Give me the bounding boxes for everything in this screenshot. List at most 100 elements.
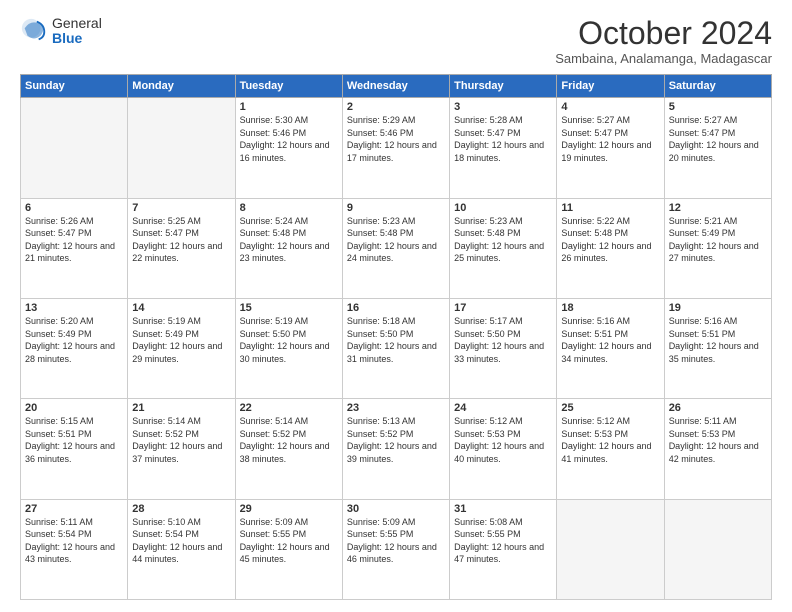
table-row: 31 Sunrise: 5:08 AMSunset: 5:55 PMDayligh…: [450, 499, 557, 599]
day-number: 22: [240, 402, 338, 414]
day-detail: Sunrise: 5:18 AMSunset: 5:50 PMDaylight:…: [347, 316, 437, 364]
day-number: 17: [454, 302, 552, 314]
day-detail: Sunrise: 5:15 AMSunset: 5:51 PMDaylight:…: [25, 416, 115, 464]
day-detail: Sunrise: 5:19 AMSunset: 5:50 PMDaylight:…: [240, 316, 330, 364]
table-row: 15 Sunrise: 5:19 AMSunset: 5:50 PMDayligh…: [235, 298, 342, 398]
table-row: 2Sunrise: 5:29 AMSunset: 5:46 PMDaylight…: [342, 98, 449, 198]
day-number: 12: [669, 202, 767, 214]
day-number: 27: [25, 503, 123, 515]
title-block: October 2024 Sambaina, Analamanga, Madag…: [555, 16, 772, 66]
col-saturday: Saturday: [664, 75, 771, 98]
logo-text: General Blue: [52, 16, 102, 47]
day-detail: Sunrise: 5:11 AMSunset: 5:54 PMDaylight:…: [25, 517, 115, 565]
day-detail: Sunrise: 5:27 AMSunset: 5:47 PMDaylight:…: [561, 115, 651, 163]
day-detail: Sunrise: 5:21 AMSunset: 5:49 PMDaylight:…: [669, 216, 759, 264]
table-row: 28 Sunrise: 5:10 AMSunset: 5:54 PMDayligh…: [128, 499, 235, 599]
table-row: 16 Sunrise: 5:18 AMSunset: 5:50 PMDayligh…: [342, 298, 449, 398]
day-number: 9: [347, 202, 445, 214]
table-row: 13 Sunrise: 5:20 AMSunset: 5:49 PMDayligh…: [21, 298, 128, 398]
day-detail: Sunrise: 5:10 AMSunset: 5:54 PMDaylight:…: [132, 517, 222, 565]
table-row: 25 Sunrise: 5:12 AMSunset: 5:53 PMDayligh…: [557, 399, 664, 499]
table-row: 18Sunrise: 5:16 AMSunset: 5:51 PMDayligh…: [557, 298, 664, 398]
day-number: 16: [347, 302, 445, 314]
calendar-week-row: 13 Sunrise: 5:20 AMSunset: 5:49 PMDayligh…: [21, 298, 772, 398]
day-number: 3: [454, 101, 552, 113]
day-detail: Sunrise: 5:29 AMSunset: 5:46 PMDaylight:…: [347, 115, 437, 163]
table-row: [664, 499, 771, 599]
table-row: [557, 499, 664, 599]
day-detail: Sunrise: 5:09 AMSunset: 5:55 PMDaylight:…: [347, 517, 437, 565]
table-row: 3 Sunrise: 5:28 AMSunset: 5:47 PMDaylight…: [450, 98, 557, 198]
day-number: 18: [561, 302, 659, 314]
calendar-week-row: 27 Sunrise: 5:11 AMSunset: 5:54 PMDayligh…: [21, 499, 772, 599]
day-number: 28: [132, 503, 230, 515]
logo: General Blue: [20, 16, 102, 47]
table-row: 10Sunrise: 5:23 AMSunset: 5:48 PMDayligh…: [450, 198, 557, 298]
table-row: 1 Sunrise: 5:30 AMSunset: 5:46 PMDaylight…: [235, 98, 342, 198]
day-number: 26: [669, 402, 767, 414]
table-row: 9Sunrise: 5:23 AMSunset: 5:48 PMDaylight…: [342, 198, 449, 298]
table-row: 19Sunrise: 5:16 AMSunset: 5:51 PMDayligh…: [664, 298, 771, 398]
day-detail: Sunrise: 5:23 AMSunset: 5:48 PMDaylight:…: [454, 216, 544, 264]
col-sunday: Sunday: [21, 75, 128, 98]
table-row: 20Sunrise: 5:15 AMSunset: 5:51 PMDayligh…: [21, 399, 128, 499]
day-number: 19: [669, 302, 767, 314]
table-row: 12 Sunrise: 5:21 AMSunset: 5:49 PMDayligh…: [664, 198, 771, 298]
table-row: 17 Sunrise: 5:17 AMSunset: 5:50 PMDayligh…: [450, 298, 557, 398]
day-detail: Sunrise: 5:11 AMSunset: 5:53 PMDaylight:…: [669, 416, 759, 464]
calendar-table: Sunday Monday Tuesday Wednesday Thursday…: [20, 74, 772, 600]
page-header: General Blue October 2024 Sambaina, Anal…: [20, 16, 772, 66]
location-subtitle: Sambaina, Analamanga, Madagascar: [555, 51, 772, 66]
table-row: 26 Sunrise: 5:11 AMSunset: 5:53 PMDayligh…: [664, 399, 771, 499]
day-detail: Sunrise: 5:17 AMSunset: 5:50 PMDaylight:…: [454, 316, 544, 364]
day-detail: Sunrise: 5:30 AMSunset: 5:46 PMDaylight:…: [240, 115, 330, 163]
table-row: 23 Sunrise: 5:13 AMSunset: 5:52 PMDayligh…: [342, 399, 449, 499]
table-row: 5Sunrise: 5:27 AMSunset: 5:47 PMDaylight…: [664, 98, 771, 198]
day-detail: Sunrise: 5:12 AMSunset: 5:53 PMDaylight:…: [561, 416, 651, 464]
day-detail: Sunrise: 5:14 AMSunset: 5:52 PMDaylight:…: [132, 416, 222, 464]
day-number: 25: [561, 402, 659, 414]
table-row: 24Sunrise: 5:12 AMSunset: 5:53 PMDayligh…: [450, 399, 557, 499]
col-thursday: Thursday: [450, 75, 557, 98]
day-number: 8: [240, 202, 338, 214]
day-detail: Sunrise: 5:13 AMSunset: 5:52 PMDaylight:…: [347, 416, 437, 464]
day-number: 29: [240, 503, 338, 515]
day-number: 24: [454, 402, 552, 414]
day-number: 21: [132, 402, 230, 414]
table-row: 11Sunrise: 5:22 AMSunset: 5:48 PMDayligh…: [557, 198, 664, 298]
day-detail: Sunrise: 5:28 AMSunset: 5:47 PMDaylight:…: [454, 115, 544, 163]
day-number: 31: [454, 503, 552, 515]
day-detail: Sunrise: 5:19 AMSunset: 5:49 PMDaylight:…: [132, 316, 222, 364]
table-row: [128, 98, 235, 198]
table-row: 6 Sunrise: 5:26 AMSunset: 5:47 PMDaylight…: [21, 198, 128, 298]
table-row: 30Sunrise: 5:09 AMSunset: 5:55 PMDayligh…: [342, 499, 449, 599]
day-detail: Sunrise: 5:24 AMSunset: 5:48 PMDaylight:…: [240, 216, 330, 264]
col-monday: Monday: [128, 75, 235, 98]
day-number: 5: [669, 101, 767, 113]
day-number: 23: [347, 402, 445, 414]
calendar-week-row: 6 Sunrise: 5:26 AMSunset: 5:47 PMDaylight…: [21, 198, 772, 298]
table-row: 29Sunrise: 5:09 AMSunset: 5:55 PMDayligh…: [235, 499, 342, 599]
day-detail: Sunrise: 5:08 AMSunset: 5:55 PMDaylight:…: [454, 517, 544, 565]
calendar-week-row: 20Sunrise: 5:15 AMSunset: 5:51 PMDayligh…: [21, 399, 772, 499]
calendar-week-row: 1 Sunrise: 5:30 AMSunset: 5:46 PMDaylight…: [21, 98, 772, 198]
col-wednesday: Wednesday: [342, 75, 449, 98]
day-detail: Sunrise: 5:26 AMSunset: 5:47 PMDaylight:…: [25, 216, 115, 264]
table-row: 7Sunrise: 5:25 AMSunset: 5:47 PMDaylight…: [128, 198, 235, 298]
col-tuesday: Tuesday: [235, 75, 342, 98]
col-friday: Friday: [557, 75, 664, 98]
day-number: 13: [25, 302, 123, 314]
logo-general: General: [52, 16, 102, 31]
day-detail: Sunrise: 5:22 AMSunset: 5:48 PMDaylight:…: [561, 216, 651, 264]
day-detail: Sunrise: 5:25 AMSunset: 5:47 PMDaylight:…: [132, 216, 222, 264]
table-row: 22Sunrise: 5:14 AMSunset: 5:52 PMDayligh…: [235, 399, 342, 499]
table-row: [21, 98, 128, 198]
table-row: 21 Sunrise: 5:14 AMSunset: 5:52 PMDayligh…: [128, 399, 235, 499]
day-number: 14: [132, 302, 230, 314]
day-number: 1: [240, 101, 338, 113]
day-number: 15: [240, 302, 338, 314]
day-number: 6: [25, 202, 123, 214]
month-title: October 2024: [555, 16, 772, 51]
day-detail: Sunrise: 5:20 AMSunset: 5:49 PMDaylight:…: [25, 316, 115, 364]
logo-blue: Blue: [52, 31, 102, 46]
